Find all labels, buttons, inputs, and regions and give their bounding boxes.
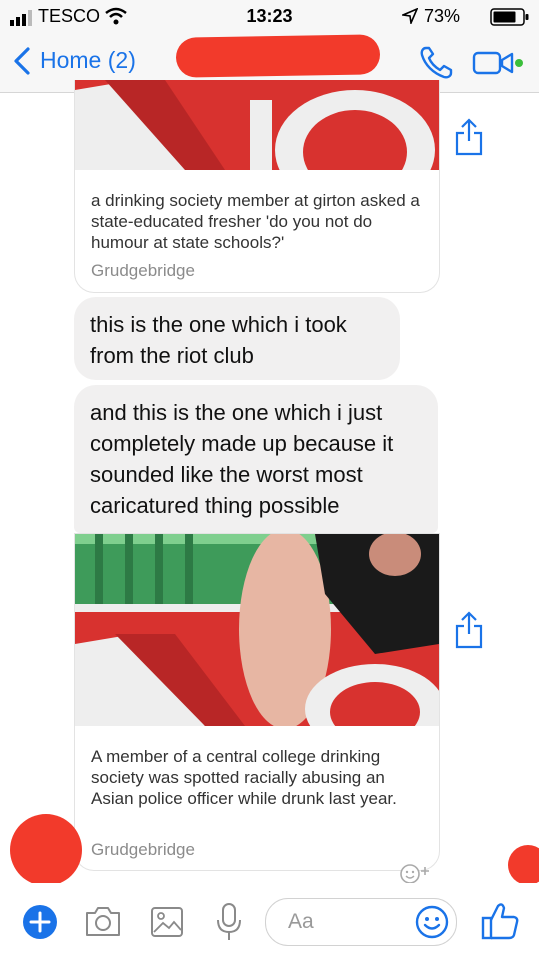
share-icon[interactable] — [454, 117, 484, 157]
link-description: A member of a central college drinking s… — [91, 747, 397, 808]
message-bubble[interactable]: and this is the one which i just complet… — [74, 385, 438, 533]
emoji-icon[interactable] — [414, 904, 450, 940]
battery-icon — [490, 8, 529, 26]
gallery-icon[interactable] — [150, 906, 184, 938]
phone-call-icon[interactable] — [418, 45, 454, 81]
microphone-icon[interactable] — [214, 902, 244, 942]
link-preview-image — [75, 80, 439, 170]
thumbs-up-icon[interactable] — [480, 900, 520, 942]
message-text: this is the one which i took from the ri… — [90, 312, 347, 368]
camera-icon[interactable] — [84, 904, 122, 938]
video-call-icon[interactable] — [472, 50, 524, 76]
message-bubble[interactable]: this is the one which i took from the ri… — [74, 297, 400, 380]
link-preview-card[interactable]: A member of a central college drinking s… — [74, 533, 440, 871]
link-preview-card[interactable]: a drinking society member at girton aske… — [74, 80, 440, 293]
redacted-contact-name — [175, 34, 381, 78]
share-icon[interactable] — [454, 610, 484, 650]
link-description: a drinking society member at girton aske… — [91, 191, 420, 252]
location-arrow-icon — [402, 8, 418, 24]
redacted-avatar — [10, 814, 82, 886]
link-preview-image — [75, 534, 439, 726]
back-button[interactable]: Home (2) — [40, 47, 136, 74]
link-source: Grudgebridge — [91, 261, 195, 280]
back-chevron-icon[interactable] — [12, 47, 32, 75]
message-text: and this is the one which i just complet… — [90, 400, 394, 518]
link-source: Grudgebridge — [91, 840, 195, 859]
battery-percent: 73% — [424, 6, 461, 26]
message-input-placeholder: Aa — [288, 910, 314, 933]
plus-icon[interactable] — [22, 904, 58, 940]
redacted-read-receipt — [508, 845, 539, 885]
